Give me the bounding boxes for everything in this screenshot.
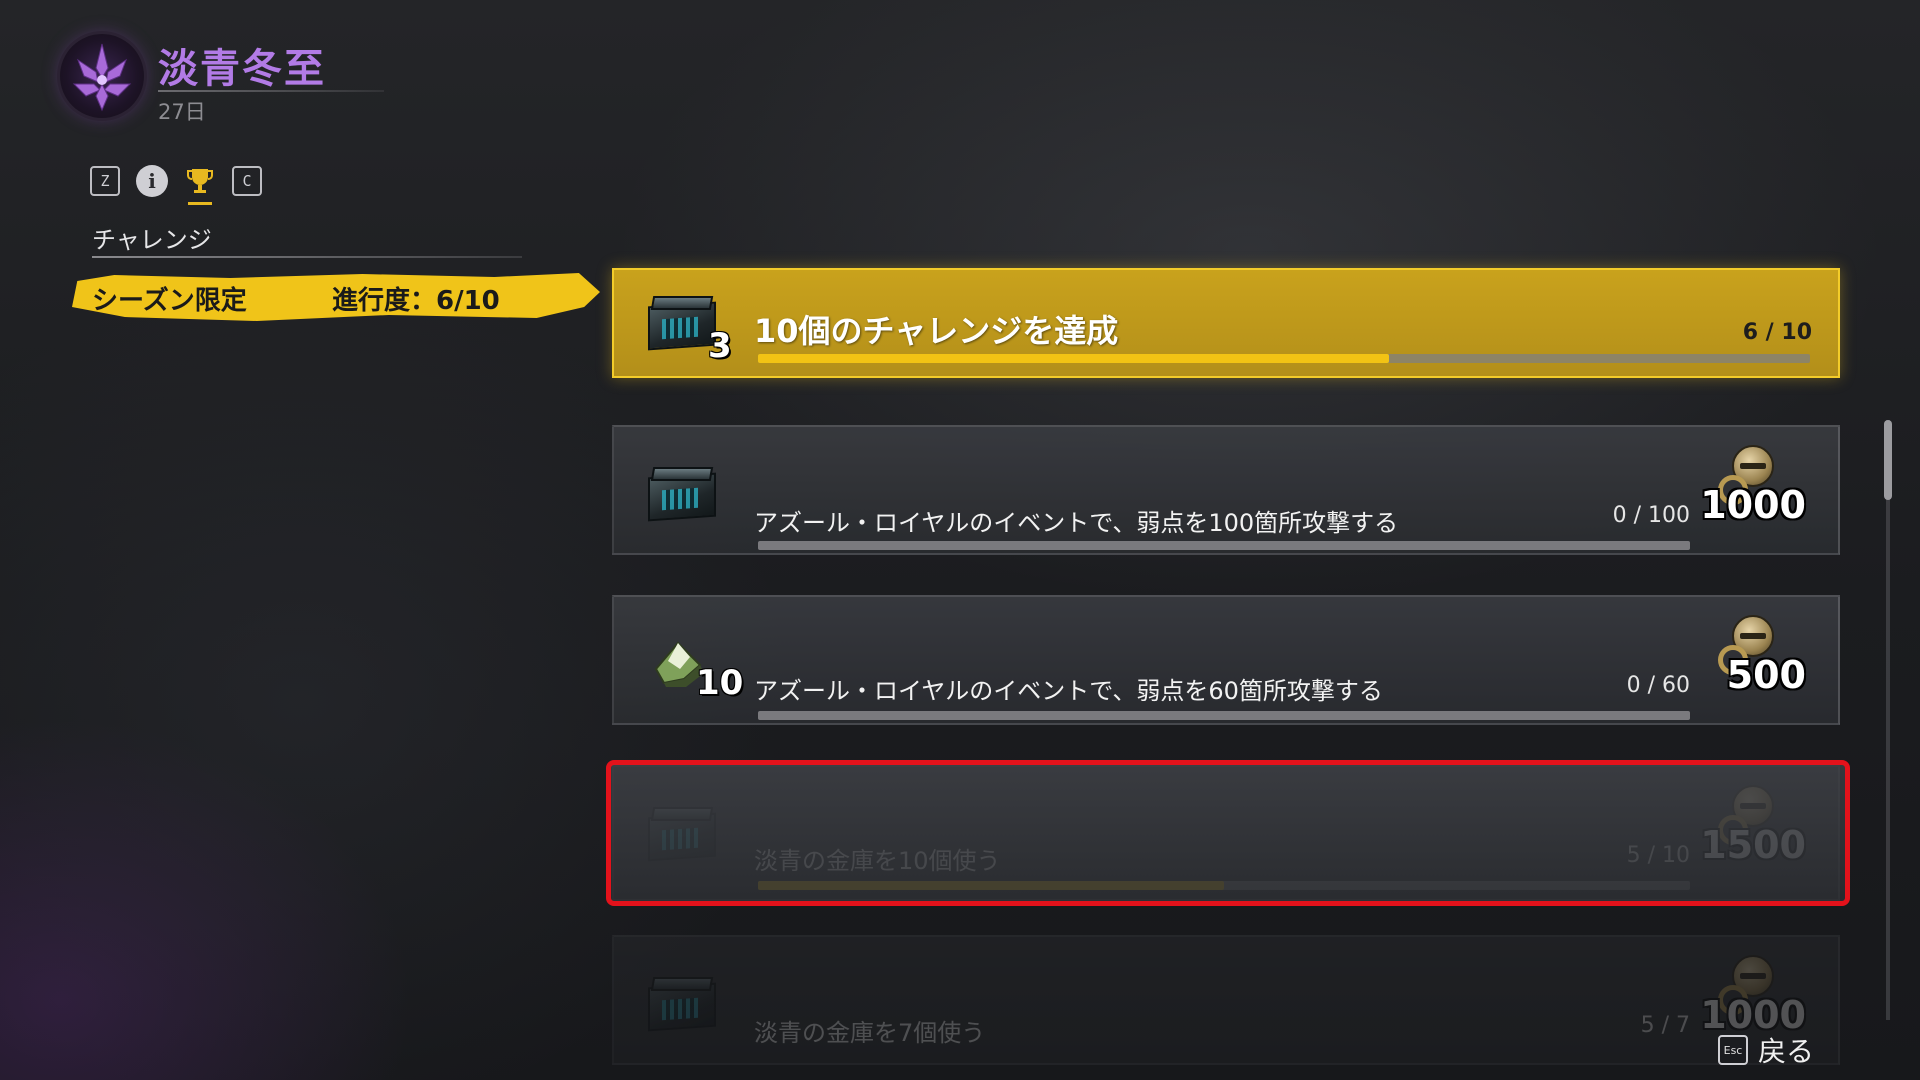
progress-bar: [758, 881, 1690, 890]
progress-bar: [758, 354, 1810, 363]
progress-bar-fill: [758, 881, 1224, 890]
title-divider: [158, 90, 384, 92]
challenge-title: 淡青の金庫を10個使う: [754, 847, 1001, 875]
trophy-icon[interactable]: [184, 165, 216, 205]
challenge-card-selected[interactable]: 淡青の金庫を10個使う 5 / 10 1500: [612, 765, 1840, 901]
challenge-title: 10個のチャレンジを達成: [754, 312, 1119, 350]
chest-icon: [648, 467, 718, 522]
tab-prev-key-z[interactable]: Z: [90, 166, 120, 196]
challenge-progress-count: 5 / 7: [1640, 1013, 1690, 1038]
back-label: 戻る: [1758, 1035, 1815, 1068]
chest-icon: [648, 807, 718, 862]
challenge-screen: 淡青冬至 27日 Z i C チャレンジ シーズン限定 進行度：6/10 3 1…: [0, 0, 1920, 1080]
scrollbar[interactable]: [1884, 420, 1892, 1020]
category-name: シーズン限定: [92, 286, 247, 316]
challenge-card-featured[interactable]: 3 10個のチャレンジを達成 6 / 10: [612, 268, 1840, 378]
progress-bar-fill: [758, 354, 1390, 363]
challenge-progress-count: 5 / 10: [1626, 843, 1690, 868]
section-label: チャレンジ: [92, 226, 212, 254]
challenge-card[interactable]: 10 アズール・ロイヤルのイベントで、弱点を60箇所攻撃する 0 / 60 50…: [612, 595, 1840, 725]
category-progress: 進行度：6/10: [332, 286, 500, 316]
progress-bar: [758, 711, 1690, 720]
back-button[interactable]: Esc 戻る: [1718, 1030, 1814, 1070]
tab-bar: Z i C: [90, 165, 262, 205]
token-reward: 500: [1710, 611, 1806, 701]
esc-key-icon: Esc: [1718, 1035, 1748, 1065]
season-title: 淡青冬至: [158, 46, 326, 92]
season-emblem-icon: [60, 34, 144, 118]
reward-quantity: 3: [708, 326, 732, 366]
reward-quantity: 10: [696, 663, 744, 703]
scrollbar-thumb[interactable]: [1884, 420, 1892, 500]
challenge-progress-count: 6 / 10: [1742, 320, 1812, 345]
section-divider: [92, 256, 522, 258]
token-amount: 500: [1726, 653, 1806, 697]
token-amount: 1000: [1700, 483, 1806, 527]
token-reward: 1000: [1700, 441, 1806, 531]
info-icon[interactable]: i: [136, 165, 168, 197]
token-amount: 1500: [1700, 823, 1806, 867]
season-days-remaining: 27日: [158, 100, 206, 124]
progress-bar: [758, 541, 1690, 550]
token-reward: 1500: [1700, 781, 1806, 871]
challenge-card[interactable]: 淡青の金庫を7個使う 5 / 7 1000: [612, 935, 1840, 1065]
chest-icon: [648, 977, 718, 1032]
challenge-card[interactable]: アズール・ロイヤルのイベントで、弱点を100箇所攻撃する 0 / 100 100…: [612, 425, 1840, 555]
challenge-progress-count: 0 / 100: [1612, 503, 1690, 528]
tab-next-key-c[interactable]: C: [232, 166, 262, 196]
challenge-title: アズール・ロイヤルのイベントで、弱点を60箇所攻撃する: [754, 677, 1383, 705]
challenge-title: 淡青の金庫を7個使う: [754, 1019, 986, 1047]
token-reward: 1000: [1700, 951, 1806, 1041]
challenge-title: アズール・ロイヤルのイベントで、弱点を100箇所攻撃する: [754, 509, 1399, 537]
challenge-progress-count: 0 / 60: [1626, 673, 1690, 698]
